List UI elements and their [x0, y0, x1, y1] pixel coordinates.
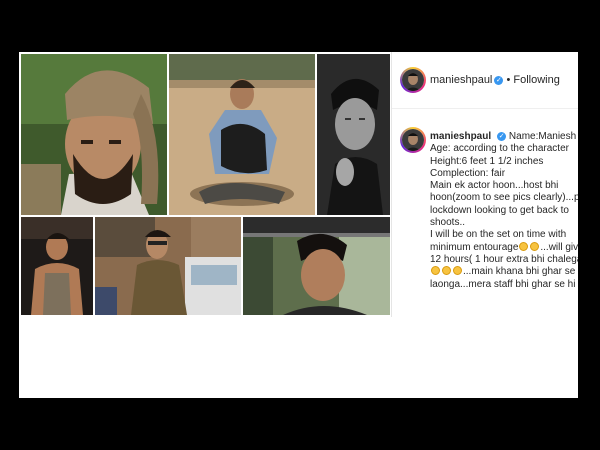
emoji-icon — [519, 241, 529, 251]
post-side-panel: manieshpaul ✓ • Following manieshpaul ✓ Na… — [392, 52, 578, 317]
caption-line: Complection: fair — [430, 167, 506, 179]
caption-username[interactable]: manieshpaul — [430, 131, 491, 142]
caption-line: ...main khana bhi ghar se — [430, 266, 578, 278]
turban-portrait-photo — [21, 54, 167, 215]
emoji-icon — [530, 241, 540, 251]
car-window-photo — [243, 217, 390, 315]
bw-portrait-photo — [317, 54, 390, 215]
caption-line: Main ek actor hoon...host bhi — [430, 180, 559, 192]
police-uniform-photo — [95, 217, 241, 315]
caption-line: manieshpaul✓ Name:Maniesh Paul — [430, 131, 578, 142]
gym-photo — [21, 217, 93, 315]
emoji-icon — [431, 266, 440, 276]
avatar[interactable] — [400, 67, 426, 93]
verified-badge-icon: ✓ — [494, 76, 504, 85]
header-username[interactable]: manieshpaul — [430, 74, 492, 86]
emoji-icon — [453, 266, 462, 276]
caption-line: Age: according to the character — [430, 143, 569, 155]
caption-line: minimum entourage...will give — [430, 241, 578, 253]
caption-line: hoon(zoom to see pics clearly)...post — [430, 192, 578, 204]
caption-line: 12 hours( 1 hour extra bhi chalega — [430, 254, 578, 266]
caption-line: I will be on the set on time with — [430, 229, 567, 241]
caption-line: laonga...mera staff bhi ghar se hi — [430, 278, 576, 290]
instagram-post-card: manieshpaul ✓ • Following manieshpaul ✓ Na… — [19, 52, 578, 398]
emoji-icon — [442, 266, 451, 276]
caption-line: Height:6 feet 1 1/2 inches — [430, 155, 544, 167]
separator-dot: • — [506, 74, 511, 86]
photo-collage[interactable] — [19, 52, 391, 317]
header-user-line: manieshpaul ✓ • Following — [430, 74, 560, 86]
post-caption: manieshpaul✓ Name:Maniesh Paul Age: acco… — [430, 131, 578, 291]
following-button[interactable]: Following — [513, 74, 559, 86]
caption-line: shoots.. — [430, 217, 466, 229]
post-header: manieshpaul ✓ • Following — [392, 52, 578, 109]
caption-line: lockdown looking to get back to — [430, 204, 569, 216]
verified-badge-icon: ✓ — [497, 132, 507, 141]
desert-sitting-photo — [169, 54, 315, 215]
caption-avatar[interactable] — [400, 127, 426, 153]
